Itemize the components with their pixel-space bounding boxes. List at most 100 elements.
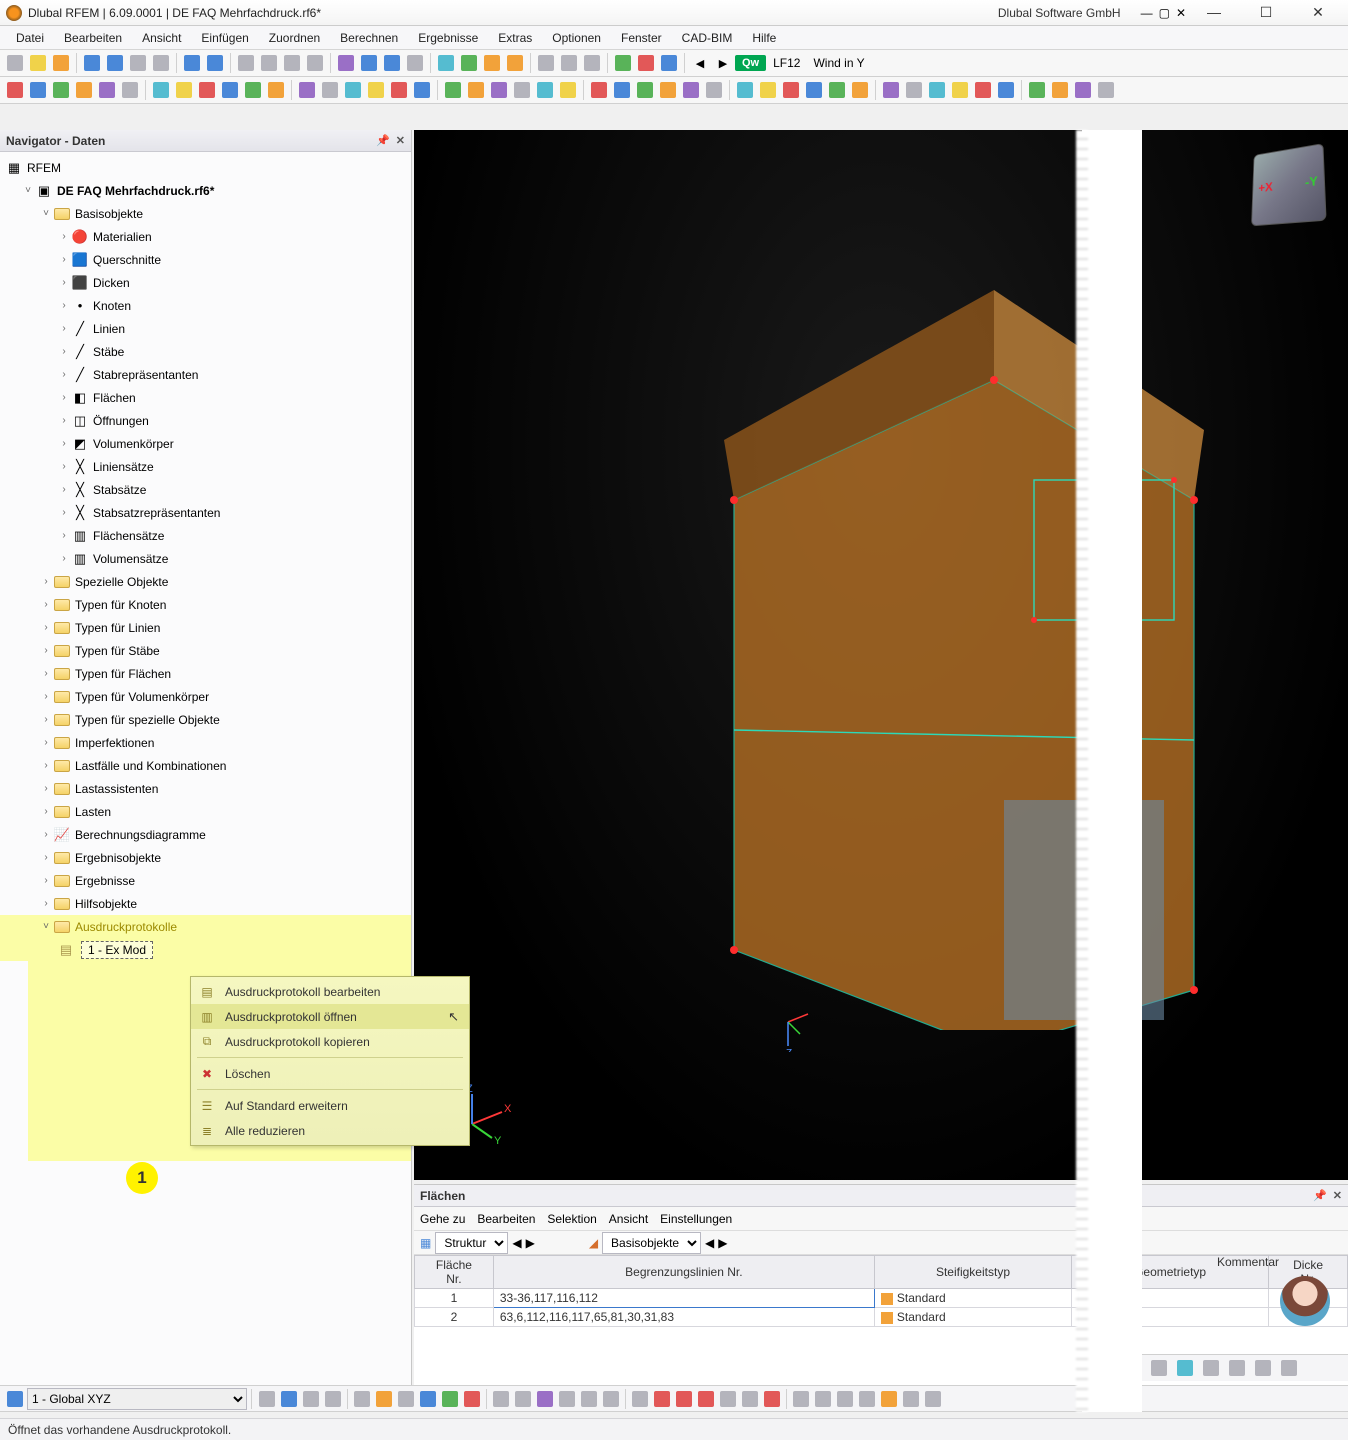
toolbar2-button-26[interactable]	[634, 79, 656, 101]
footer-toolbar-button-14[interactable]	[578, 1388, 600, 1410]
expand-icon[interactable]: ›	[58, 346, 70, 357]
coord-system-icon[interactable]	[4, 1388, 26, 1410]
expand-icon[interactable]: ›	[40, 668, 52, 679]
script-button[interactable]	[504, 52, 526, 74]
tree-folder-ergebnisobjekte[interactable]: ›Ergebnisobjekte	[0, 846, 411, 869]
ortho-button[interactable]	[1226, 1357, 1248, 1379]
undo-button[interactable]	[181, 52, 203, 74]
footer-toolbar-button-6[interactable]	[395, 1388, 417, 1410]
expand-icon[interactable]: ›	[40, 875, 52, 886]
rotate-view-button[interactable]	[281, 52, 303, 74]
toolbar2-button-20[interactable]	[488, 79, 510, 101]
redo-button[interactable]	[204, 52, 226, 74]
tree-folder-typen-für-linien[interactable]: ›Typen für Linien	[0, 616, 411, 639]
tree-basis-flächen[interactable]: ›◧Flächen	[0, 386, 411, 409]
toolbar2-button-18[interactable]	[442, 79, 464, 101]
footer-toolbar-button-28[interactable]	[900, 1388, 922, 1410]
tree-folder-berechnungsdiagramme[interactable]: ›📈Berechnungsdiagramme	[0, 823, 411, 846]
tree-basis-dicken[interactable]: ›⬛Dicken	[0, 271, 411, 294]
ctx-collapse-all[interactable]: ≣ Alle reduzieren	[191, 1118, 469, 1143]
menu-fenster[interactable]: Fenster	[611, 28, 672, 48]
collapse-icon[interactable]: ˅	[40, 921, 52, 932]
prev-table-button[interactable]: ◀	[512, 1236, 521, 1250]
table-menu-bearbeiten[interactable]: Bearbeiten	[477, 1212, 535, 1226]
toolbar2-button-45[interactable]	[1095, 79, 1117, 101]
mdi-close-icon[interactable]: ✕	[1176, 6, 1186, 20]
table-panel-close-icon[interactable]: ✕	[1333, 1189, 1342, 1202]
tree-folder-typen-für-flächen[interactable]: ›Typen für Flächen	[0, 662, 411, 685]
toolbar2-button-24[interactable]	[588, 79, 610, 101]
toolbar2-button-21[interactable]	[511, 79, 533, 101]
expand-icon[interactable]: ›	[58, 300, 70, 311]
navigator-close-icon[interactable]: ✕	[396, 134, 405, 147]
save-button[interactable]	[81, 52, 103, 74]
toolbar2-button-6[interactable]	[150, 79, 172, 101]
footer-toolbar-button-3[interactable]	[322, 1388, 344, 1410]
expand-icon[interactable]: ›	[58, 530, 70, 541]
toolbar2-button-39[interactable]	[949, 79, 971, 101]
expand-icon[interactable]: ›	[58, 484, 70, 495]
toolbar2-button-40[interactable]	[972, 79, 994, 101]
toolbar2-button-42[interactable]	[1026, 79, 1048, 101]
footer-toolbar-button-10[interactable]	[490, 1388, 512, 1410]
toolbar2-button-38[interactable]	[926, 79, 948, 101]
expand-icon[interactable]: ›	[40, 760, 52, 771]
expand-icon[interactable]: ›	[58, 415, 70, 426]
open-file-button[interactable]	[27, 52, 49, 74]
osnap-button[interactable]	[1252, 1357, 1274, 1379]
tree-folder-typen-für-knoten[interactable]: ›Typen für Knoten	[0, 593, 411, 616]
footer-toolbar-button-23[interactable]	[790, 1388, 812, 1410]
navigation-cube[interactable]: +X -Y	[1251, 143, 1327, 226]
tree-basis-stabsätze[interactable]: ›╳Stabsätze	[0, 478, 411, 501]
tree-basis-volumensätze[interactable]: ›▥Volumensätze	[0, 547, 411, 570]
footer-toolbar-button-5[interactable]	[373, 1388, 395, 1410]
menu-berechnen[interactable]: Berechnen	[330, 28, 408, 48]
menu-extras[interactable]: Extras	[488, 28, 542, 48]
loadcase-name[interactable]: Wind in Y	[813, 56, 864, 70]
toolbar2-button-1[interactable]	[27, 79, 49, 101]
table-menu-ansicht[interactable]: Ansicht	[609, 1212, 648, 1226]
ctx-delete[interactable]: ✖ Löschen	[191, 1061, 469, 1086]
select-button[interactable]	[235, 52, 257, 74]
expand-icon[interactable]: ›	[58, 369, 70, 380]
toolbar2-button-2[interactable]	[50, 79, 72, 101]
navigator-tree[interactable]: ▦ RFEM ˅ ▣ DE FAQ Mehrfachdruck.rf6* ˅ B…	[0, 152, 411, 1386]
footer-toolbar-button-12[interactable]	[534, 1388, 556, 1410]
toolbar2-button-30[interactable]	[734, 79, 756, 101]
tree-basisobjekte[interactable]: ˅ Basisobjekte	[0, 202, 411, 225]
tree-folder-lastfälle-und-kombinationen[interactable]: ›Lastfälle und Kombinationen	[0, 754, 411, 777]
loadcase-id[interactable]: LF12	[773, 56, 800, 70]
tree-root[interactable]: ▦ RFEM	[0, 156, 411, 179]
toolbar2-button-34[interactable]	[826, 79, 848, 101]
footer-toolbar-button-15[interactable]	[600, 1388, 622, 1410]
toolbar2-button-12[interactable]	[296, 79, 318, 101]
toolbar2-button-9[interactable]	[219, 79, 241, 101]
move-button[interactable]	[258, 52, 280, 74]
menu-ansicht[interactable]: Ansicht	[132, 28, 191, 48]
viewport-3d[interactable]: +X -Y X Y Z Z	[414, 130, 1348, 1180]
table-combo-right[interactable]: Basisobjekte	[602, 1232, 701, 1254]
save-all-button[interactable]	[104, 52, 126, 74]
show-forces-button[interactable]	[635, 52, 657, 74]
tree-folder-imperfektionen[interactable]: ›Imperfektionen	[0, 731, 411, 754]
menu-ergebnisse[interactable]: Ergebnisse	[408, 28, 488, 48]
footer-toolbar-button-25[interactable]	[834, 1388, 856, 1410]
expand-icon[interactable]: ›	[58, 323, 70, 334]
toolbar2-button-8[interactable]	[196, 79, 218, 101]
footer-toolbar-button-0[interactable]	[256, 1388, 278, 1410]
toolbar2-button-43[interactable]	[1049, 79, 1071, 101]
table-combo-left[interactable]: Struktur	[435, 1232, 508, 1254]
print-preview-button[interactable]	[150, 52, 172, 74]
tree-basis-stabsatzrepräsentanten[interactable]: ›╳Stabsatzrepräsentanten	[0, 501, 411, 524]
footer-toolbar-button-22[interactable]	[761, 1388, 783, 1410]
prev-subtable-button[interactable]: ◀	[705, 1236, 714, 1250]
footer-toolbar-button-17[interactable]	[651, 1388, 673, 1410]
print-button[interactable]	[127, 52, 149, 74]
tree-basis-öffnungen[interactable]: ›◫Öffnungen	[0, 409, 411, 432]
menu-bearbeiten[interactable]: Bearbeiten	[54, 28, 132, 48]
menu-optionen[interactable]: Optionen	[542, 28, 611, 48]
ctx-edit-printout[interactable]: ▤ Ausdruckprotokoll bearbeiten	[191, 979, 469, 1004]
tree-folder-hilfsobjekte[interactable]: ›Hilfsobjekte	[0, 892, 411, 915]
line-input-button[interactable]	[558, 52, 580, 74]
tree-basis-stabrepräsentanten[interactable]: ›╱Stabrepräsentanten	[0, 363, 411, 386]
